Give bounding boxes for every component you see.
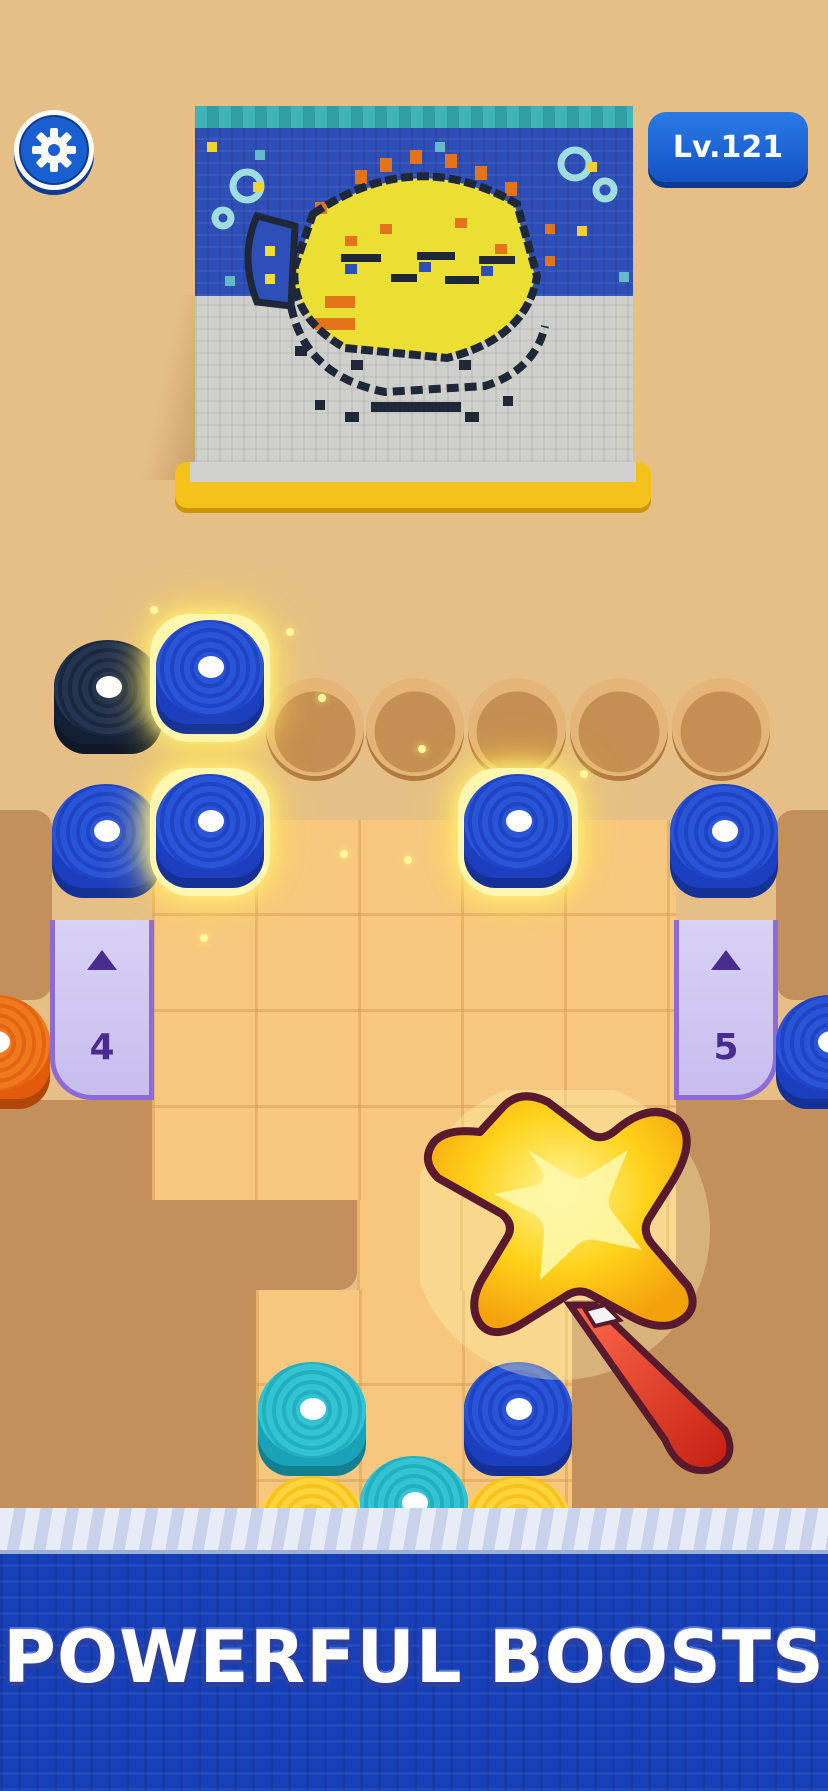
empty-slot[interactable] xyxy=(468,678,566,776)
tapestry-picture xyxy=(195,106,633,486)
sparkle xyxy=(200,934,208,942)
empty-slot[interactable] xyxy=(266,678,364,776)
yarn-spool-dark[interactable] xyxy=(54,640,162,758)
tunnel-right-count: 5 xyxy=(713,1026,739,1068)
settings-button[interactable] xyxy=(14,110,94,190)
sparkle xyxy=(286,628,294,636)
sparkle xyxy=(418,745,426,753)
tapestry-frame-bar-inner xyxy=(190,462,636,482)
banner-knit-trim xyxy=(0,1508,828,1554)
tunnel-left-count: 4 xyxy=(89,1026,115,1068)
yarn-spool-blue-highlighted[interactable] xyxy=(458,768,578,896)
yarn-spool-blue[interactable] xyxy=(52,784,160,902)
level-badge: Lv.121 xyxy=(648,112,808,182)
level-label: Lv.121 xyxy=(672,129,784,165)
board-wall-left-lower xyxy=(0,1100,152,1520)
magic-wand-star-icon[interactable] xyxy=(420,1090,750,1490)
pufferfish-art xyxy=(207,142,629,422)
tunnel-right[interactable]: 5 xyxy=(674,920,778,1100)
yarn-spool-blue[interactable] xyxy=(776,995,828,1113)
banner-title: POWERFUL BOOSTS xyxy=(3,1615,825,1699)
triangle-up-icon xyxy=(711,949,741,970)
sparkle xyxy=(404,856,412,864)
empty-slot[interactable] xyxy=(570,678,668,776)
yarn-spool-blue-highlighted[interactable] xyxy=(150,614,270,742)
triangle-up-icon xyxy=(87,949,117,970)
empty-slot[interactable] xyxy=(672,678,770,776)
tunnel-left[interactable]: 4 xyxy=(50,920,154,1100)
sparkle xyxy=(150,606,158,614)
board-wall-right-upper xyxy=(776,810,828,1000)
board-wall-left-bottom xyxy=(152,1290,256,1520)
board-wall-left-step xyxy=(152,1200,357,1290)
yarn-spool-orange[interactable] xyxy=(0,995,50,1113)
gear-icon xyxy=(32,128,76,172)
yarn-spool-blue-highlighted[interactable] xyxy=(150,768,270,896)
board-wall-left-upper xyxy=(0,810,52,1000)
sparkle xyxy=(340,850,348,858)
yarn-spool-cyan[interactable] xyxy=(258,1362,366,1480)
sparkle xyxy=(318,694,326,702)
empty-slot[interactable] xyxy=(366,678,464,776)
yarn-spool-blue[interactable] xyxy=(670,784,778,902)
sparkle xyxy=(580,770,588,778)
